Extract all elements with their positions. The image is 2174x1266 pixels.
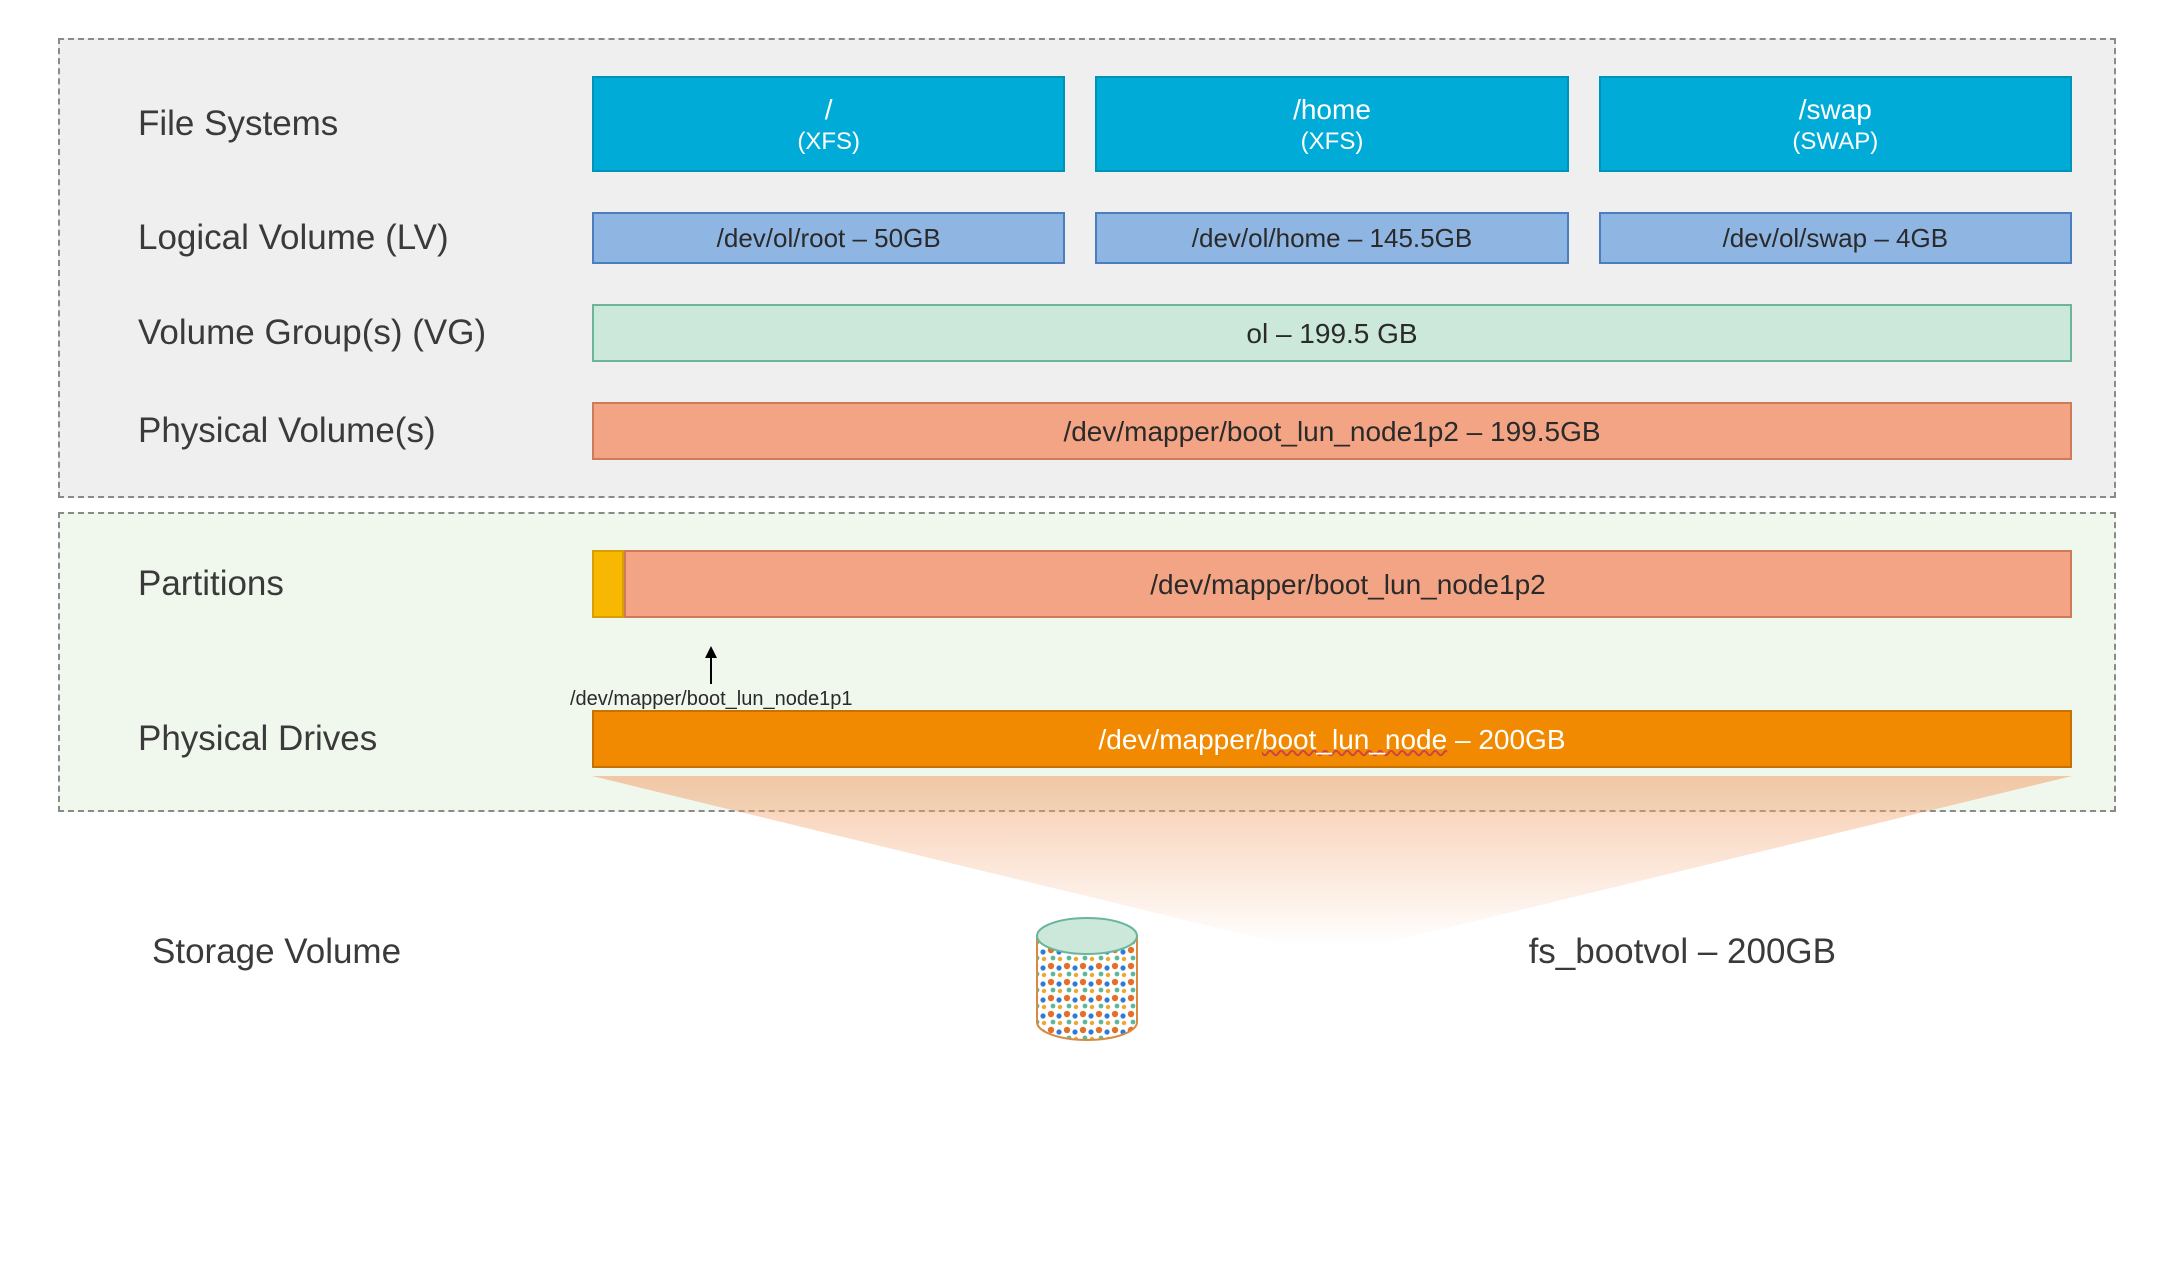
lv-swap: /dev/ol/swap – 4GB <box>1599 212 2072 264</box>
label-storage-volume: Storage Volume <box>58 932 606 972</box>
row-storage-volume: Storage Volume fs_bootvol – 200GB <box>58 932 2116 972</box>
p1-callout-text: /dev/mapper/boot_lun_node1p1 <box>570 684 852 711</box>
vg-ol: ol – 199.5 GB <box>592 304 2072 362</box>
fs-home-mount: /home <box>1293 92 1371 127</box>
fs-root-type: (XFS) <box>797 127 860 157</box>
fs-root: / (XFS) <box>592 76 1065 172</box>
physical-drive: /dev/mapper/boot_lun_node – 200GB <box>592 710 2072 768</box>
pd-device: boot_lun_node <box>1262 724 1447 755</box>
fs-swap-mount: /swap <box>1799 92 1872 127</box>
label-physical-volume: Physical Volume(s) <box>102 411 592 451</box>
arrow-up-icon <box>705 646 717 658</box>
partition-p2: /dev/mapper/boot_lun_node1p2 <box>624 550 2072 618</box>
row-logical-volume: Logical Volume (LV) /dev/ol/root – 50GB … <box>102 212 2072 264</box>
disk-panel: Partitions /dev/mapper/boot_lun_node1p2 … <box>58 512 2116 812</box>
pd-prefix: /dev/mapper/ <box>1098 724 1261 755</box>
pv-bootlun: /dev/mapper/boot_lun_node1p2 – 199.5GB <box>592 402 2072 460</box>
row-physical-drives: Physical Drives /dev/mapper/boot_lun_nod… <box>102 710 2072 768</box>
storage-volume-name: fs_bootvol – 200GB <box>1529 932 1836 972</box>
label-volume-group: Volume Group(s) (VG) <box>102 313 592 353</box>
lvm-panel: File Systems / (XFS) /home (XFS) /swap (… <box>58 38 2116 498</box>
label-physical-drives: Physical Drives <box>102 719 592 759</box>
fs-swap: /swap (SWAP) <box>1599 76 2072 172</box>
p1-callout: /dev/mapper/boot_lun_node1p1 <box>570 646 852 711</box>
fs-home: /home (XFS) <box>1095 76 1568 172</box>
fs-root-mount: / <box>825 92 833 127</box>
fs-home-type: (XFS) <box>1301 127 1364 157</box>
partitions-bar: /dev/mapper/boot_lun_node1p2 <box>592 550 2072 618</box>
database-icon <box>1031 914 1143 1042</box>
row-physical-volume: Physical Volume(s) /dev/mapper/boot_lun_… <box>102 402 2072 460</box>
label-logical-volume: Logical Volume (LV) <box>102 218 592 258</box>
row-volume-group: Volume Group(s) (VG) ol – 199.5 GB <box>102 304 2072 362</box>
lv-home: /dev/ol/home – 145.5GB <box>1095 212 1568 264</box>
fs-swap-type: (SWAP) <box>1792 127 1878 157</box>
row-partitions: Partitions /dev/mapper/boot_lun_node1p2 <box>102 550 2072 618</box>
projection-glow <box>592 776 2072 946</box>
label-partitions: Partitions <box>102 564 592 604</box>
pd-suffix: – 200GB <box>1447 724 1565 755</box>
label-file-systems: File Systems <box>102 104 592 144</box>
row-file-systems: File Systems / (XFS) /home (XFS) /swap (… <box>102 76 2072 172</box>
storage-drum <box>1031 914 1143 1047</box>
lv-root: /dev/ol/root – 50GB <box>592 212 1065 264</box>
partition-p1 <box>592 550 624 618</box>
